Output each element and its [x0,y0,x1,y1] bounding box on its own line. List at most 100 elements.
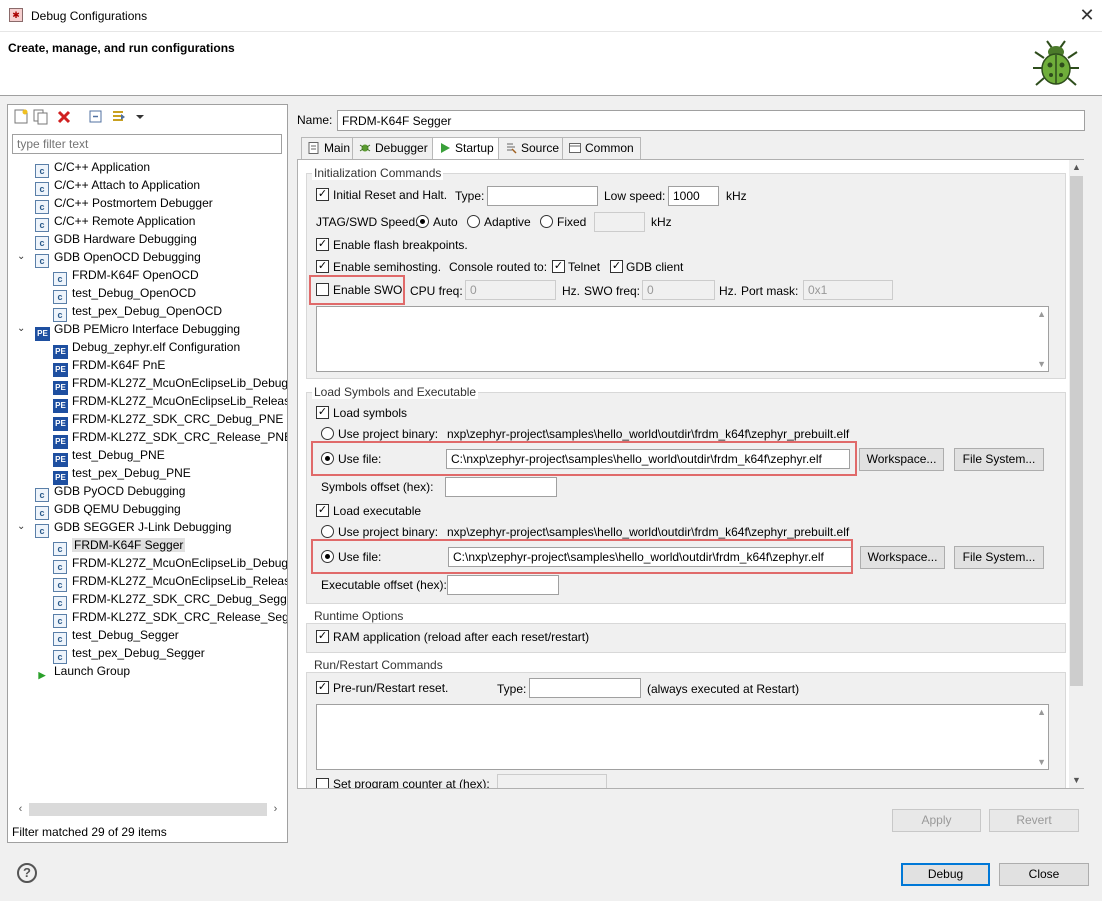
tree-item[interactable]: PE FRDM-KL27Z_SDK_CRC_Debug_PNE [53,410,283,431]
tree-item[interactable]: c test_Debug_Segger [53,626,179,646]
scroll-up-icon[interactable]: ▲ [1037,309,1046,319]
tree-item[interactable]: c FRDM-K64F OpenOCD [53,266,199,286]
duplicate-config-icon[interactable] [33,109,49,125]
tree-item[interactable]: c test_Debug_OpenOCD [53,284,196,304]
speed-fixed-radio[interactable] [540,215,553,228]
expand-chevron-icon[interactable]: ⌄ [17,320,25,338]
semihosting-checkbox[interactable]: ✓ [316,260,329,273]
tree-item[interactable]: c C/C++ Application [35,158,150,178]
tree-item[interactable]: ⌄ c GDB SEGGER J-Link Debugging [17,518,231,538]
exec-project-binary-radio[interactable] [321,525,334,538]
scroll-down-icon[interactable]: ▼ [1037,757,1046,767]
tab-source[interactable]: Source [498,137,567,159]
collapse-all-icon[interactable] [88,109,104,125]
fixed-speed-input[interactable] [594,212,645,232]
low-speed-input[interactable]: 1000 [668,186,719,206]
run-commands-textarea[interactable]: ▲ ▼ [316,704,1049,770]
tree-item[interactable]: c FRDM-KL27Z_SDK_CRC_Debug_Segger [53,590,287,610]
tree-item[interactable]: ⌄ PE GDB PEMicro Interface Debugging [17,320,240,341]
tree-item[interactable]: PE FRDM-KL27Z_SDK_CRC_Release_PNE [53,428,287,449]
apply-button[interactable]: Apply [892,809,981,832]
tree-item[interactable]: PE test_pex_Debug_PNE [53,464,191,485]
symbols-project-binary-radio[interactable] [321,427,334,440]
tab-debugger[interactable]: Debugger [352,137,435,159]
console-routed-label: Console routed to: [449,260,548,274]
expand-chevron-icon[interactable]: ⌄ [17,248,25,266]
prerun-type-input[interactable] [529,678,641,698]
init-commands-textarea[interactable]: ▲ ▼ [316,306,1049,372]
swo-freq-input[interactable]: 0 [642,280,715,300]
tree-item[interactable]: PE FRDM-KL27Z_McuOnEclipseLib_Release [53,392,287,413]
tree-item[interactable]: ▶ Launch Group [35,662,131,680]
tree-item[interactable]: c C/C++ Attach to Application [35,176,200,196]
tree-item[interactable]: ⌄ c GDB OpenOCD Debugging [17,248,201,268]
gdb-client-label: GDB client [626,260,684,274]
tree-item[interactable]: PE FRDM-KL27Z_McuOnEclipseLib_Debug_ [53,374,287,395]
window-close-button[interactable]: ✕ [1076,4,1098,26]
speed-adaptive-radio[interactable] [467,215,480,228]
revert-button[interactable]: Revert [989,809,1079,832]
tree-item-label: FRDM-KL27Z_McuOnEclipseLib_Release [72,394,287,408]
scroll-up-icon[interactable]: ▲ [1037,707,1046,717]
help-icon[interactable]: ? [17,863,37,883]
name-input[interactable] [337,110,1085,131]
tree-item[interactable]: c C/C++ Remote Application [35,212,195,232]
scrollbar-thumb[interactable] [29,803,267,816]
tree-item[interactable]: c FRDM-KL27Z_McuOnEclipseLib_Debug_ [53,554,287,574]
close-button[interactable]: Close [999,863,1089,886]
tree-item[interactable]: c GDB QEMU Debugging [35,500,181,520]
flash-breakpoints-checkbox[interactable]: ✓ [316,238,329,251]
debug-button[interactable]: Debug [901,863,990,886]
filter-config-icon[interactable] [111,109,127,125]
tree-item-selected[interactable]: c FRDM-K64F Segger [53,536,186,556]
symbols-filesystem-button[interactable]: File System... [954,448,1044,471]
speed-auto-radio[interactable] [416,215,429,228]
tree-horizontal-scrollbar[interactable]: ‹ › [12,801,284,818]
tab-startup[interactable]: Startup [432,137,501,160]
exec-offset-input[interactable] [447,575,559,595]
tree-item[interactable]: PE test_Debug_PNE [53,446,165,467]
tab-common-label: Common [585,141,634,155]
tab-common[interactable]: Common [562,137,641,159]
ram-application-checkbox[interactable]: ✓ [316,630,329,643]
scroll-left-icon[interactable]: ‹ [12,801,29,818]
tab-main[interactable]: Main [301,137,358,159]
tree-item[interactable]: c FRDM-KL27Z_SDK_CRC_Release_Segger [53,608,287,628]
prerun-reset-checkbox[interactable]: ✓ [316,681,329,694]
port-mask-input[interactable]: 0x1 [803,280,893,300]
gdb-client-checkbox[interactable]: ✓ [610,260,623,273]
filter-input[interactable] [12,134,282,154]
load-symbols-checkbox[interactable]: ✓ [316,406,329,419]
delete-config-icon[interactable] [56,109,72,125]
cpu-freq-input[interactable]: 0 [465,280,556,300]
set-pc-checkbox[interactable] [316,778,329,788]
exec-filesystem-button[interactable]: File System... [954,546,1044,569]
initial-reset-checkbox[interactable]: ✓ [316,188,329,201]
reset-type-input[interactable] [487,186,598,206]
tree-item[interactable]: PE FRDM-K64F PnE [53,356,165,377]
tree-item[interactable]: c C/C++ Postmortem Debugger [35,194,213,214]
tree-item[interactable]: c FRDM-KL27Z_McuOnEclipseLib_Release [53,572,287,592]
set-pc-input[interactable] [497,774,607,788]
tree-item[interactable]: c GDB Hardware Debugging [35,230,197,250]
scroll-down-icon[interactable]: ▼ [1037,359,1046,369]
scroll-up-icon[interactable]: ▲ [1069,160,1084,175]
expand-chevron-icon[interactable]: ⌄ [17,518,25,536]
scroll-right-icon[interactable]: › [267,801,284,818]
symbols-workspace-button[interactable]: Workspace... [859,448,944,471]
exec-workspace-button[interactable]: Workspace... [860,546,945,569]
new-config-icon[interactable] [13,109,29,125]
telnet-checkbox[interactable]: ✓ [552,260,565,273]
tree-item[interactable]: c GDB PyOCD Debugging [35,482,185,502]
scroll-down-icon[interactable]: ▼ [1069,773,1084,788]
scrollbar-thumb[interactable] [1070,176,1083,686]
tree-item-label: test_Debug_Segger [72,628,179,642]
tree-item[interactable]: c test_pex_Debug_Segger [53,644,205,664]
always-executed-note: (always executed at Restart) [647,682,800,696]
tree-item-label: FRDM-KL27Z_McuOnEclipseLib_Debug_ [72,556,287,570]
filter-dropdown-icon[interactable] [132,109,148,125]
load-executable-checkbox[interactable]: ✓ [316,504,329,517]
tree-item[interactable]: c test_pex_Debug_OpenOCD [53,302,222,322]
symbols-offset-input[interactable] [445,477,557,497]
tree-item[interactable]: PE Debug_zephyr.elf Configuration [53,338,240,359]
